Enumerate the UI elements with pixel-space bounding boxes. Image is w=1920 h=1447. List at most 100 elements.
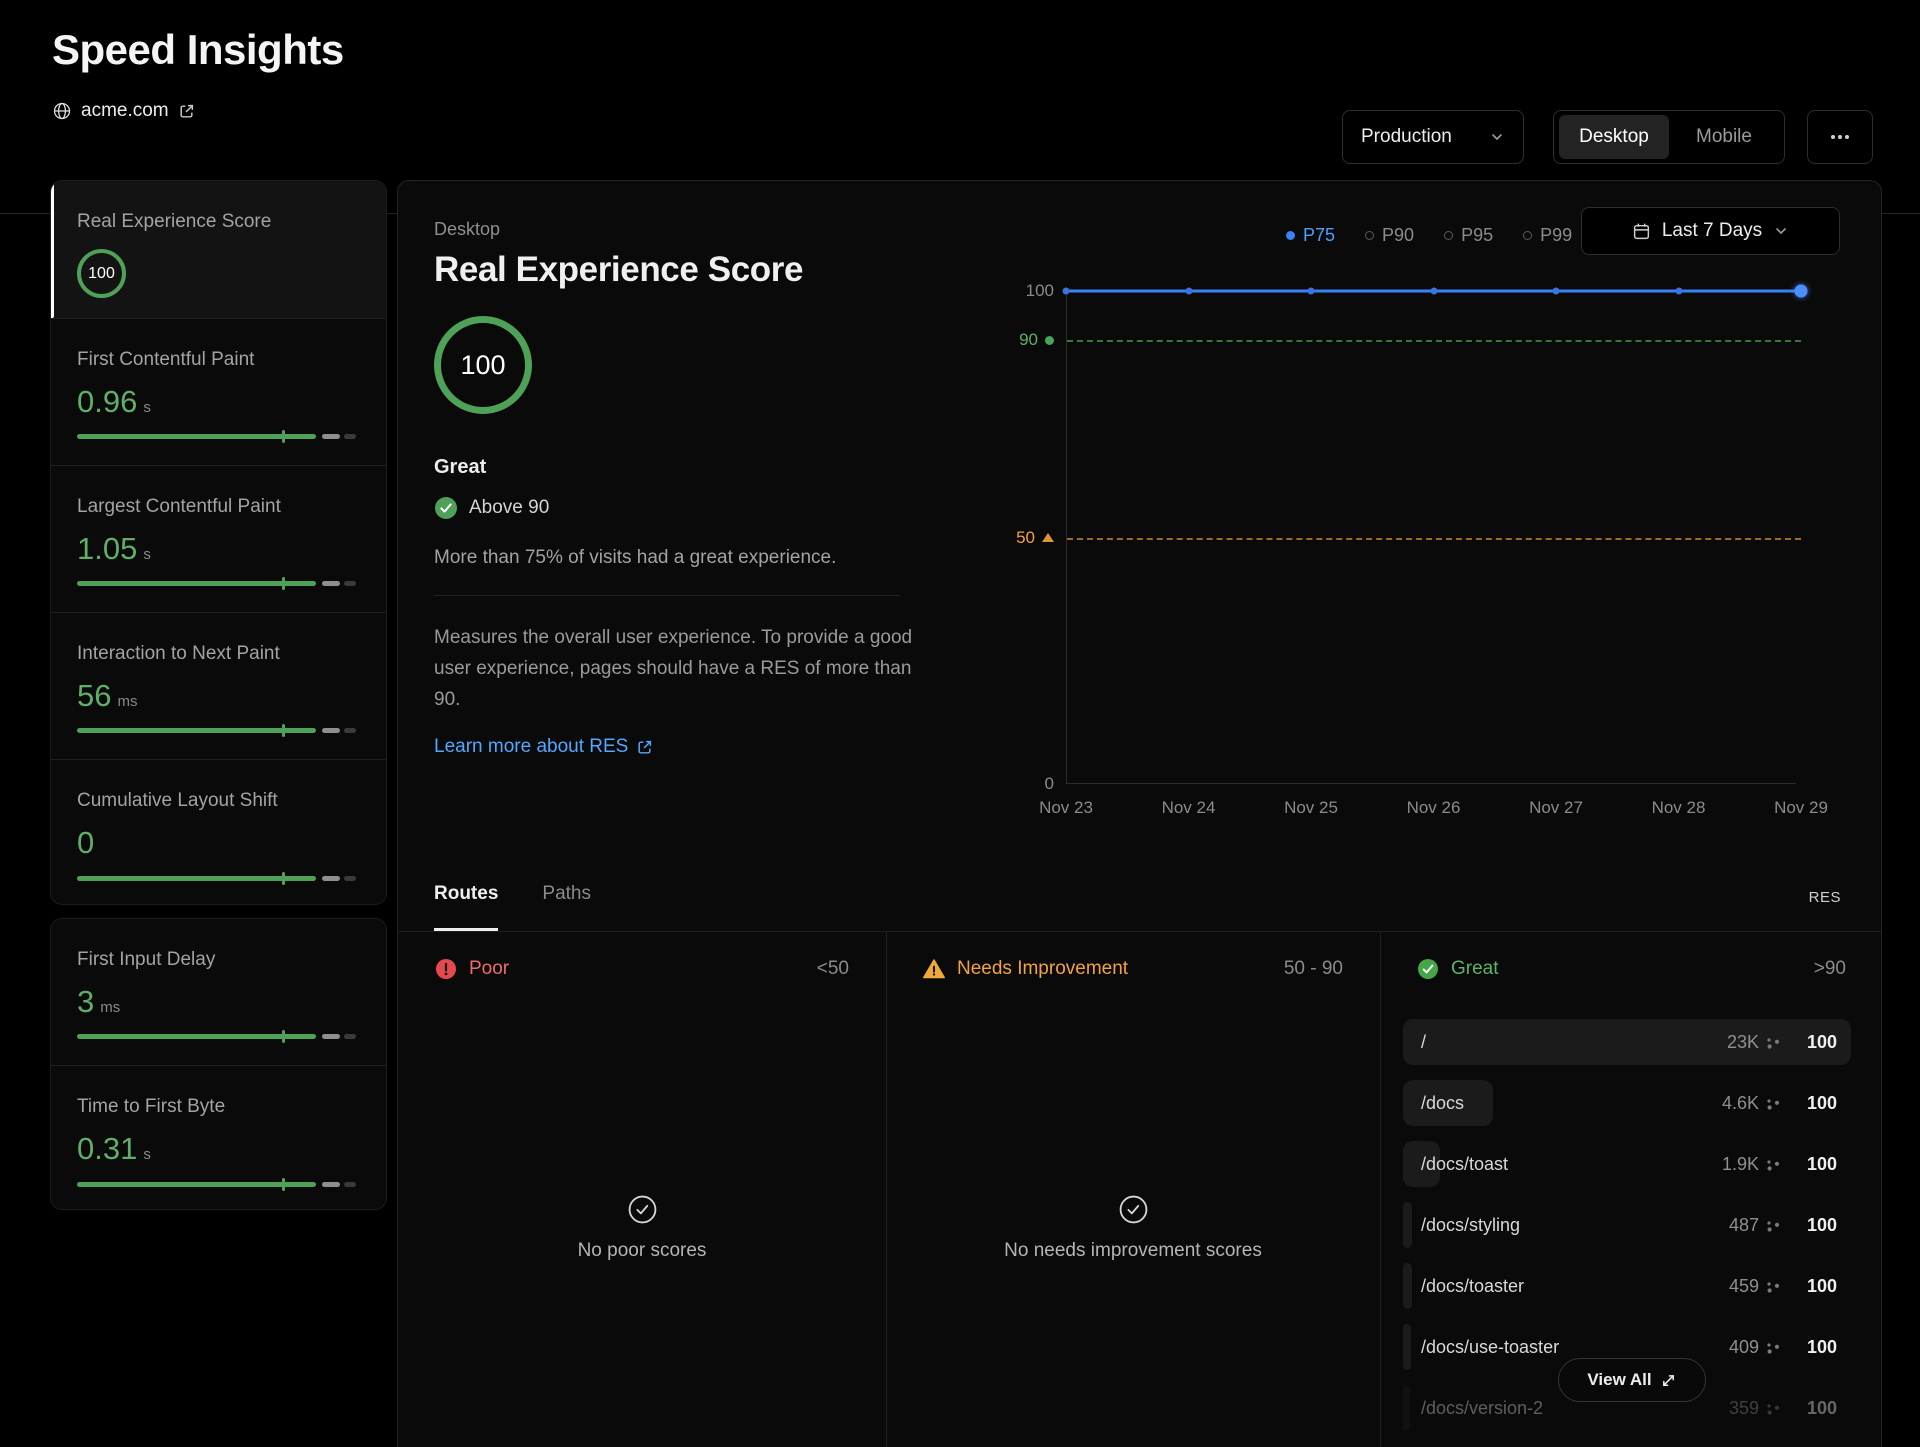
metric-value-row: 3 ms bbox=[77, 984, 360, 1020]
learn-more-label: Learn more about RES bbox=[434, 736, 628, 758]
score-buckets: Poor <50 No poor scores bbox=[398, 931, 1881, 1447]
check-circle-icon bbox=[434, 496, 458, 520]
route-row[interactable]: /docs/toast 1.9K 100 bbox=[1403, 1141, 1851, 1187]
metric-bar-segment-dark bbox=[344, 1182, 356, 1187]
metric-value-row: 0.96 s bbox=[77, 384, 360, 420]
tab-paths[interactable]: Paths bbox=[542, 883, 591, 931]
route-share-bar bbox=[1403, 1324, 1411, 1370]
threshold-line bbox=[1067, 340, 1801, 342]
metric-card-label: Real Experience Score bbox=[77, 211, 360, 233]
metric-card-label: First Input Delay bbox=[77, 949, 360, 971]
metric-value: 56 bbox=[77, 678, 111, 714]
x-axis-label: Nov 24 bbox=[1162, 798, 1216, 818]
data-point bbox=[1553, 288, 1560, 295]
route-row[interactable]: /docs 4.6K 100 bbox=[1403, 1080, 1851, 1126]
metric-column-label: RES bbox=[1809, 889, 1841, 906]
legend-dot-icon bbox=[1523, 231, 1532, 240]
metric-card[interactable]: Time to First Byte 0.31 s bbox=[51, 1066, 386, 1210]
samples-dots-icon bbox=[1766, 1403, 1781, 1416]
metric-bar-fill bbox=[77, 1182, 316, 1187]
date-range-select[interactable]: Last 7 Days bbox=[1581, 207, 1840, 255]
threshold-marker-icon bbox=[1042, 533, 1054, 542]
bucket-poor-header: Poor <50 bbox=[398, 957, 886, 981]
calendar-icon bbox=[1632, 222, 1651, 241]
route-count: 4.6K bbox=[1703, 1093, 1759, 1114]
route-score: 100 bbox=[1793, 1398, 1837, 1419]
metric-card[interactable]: First Contentful Paint 0.96 s bbox=[51, 319, 386, 466]
metric-card[interactable]: Real Experience Score 100 bbox=[51, 181, 386, 319]
device-option-desktop[interactable]: Desktop bbox=[1559, 115, 1669, 159]
route-count: 487 bbox=[1703, 1215, 1759, 1236]
res-line-chart: 10090500Nov 23Nov 24Nov 25Nov 26Nov 27No… bbox=[1066, 291, 1801, 784]
route-row[interactable]: /docs/styling 487 100 bbox=[1403, 1202, 1851, 1248]
needs-improvement-empty-state: No needs improvement scores bbox=[886, 1194, 1380, 1262]
alert-circle-icon bbox=[434, 957, 458, 981]
data-point bbox=[1430, 288, 1437, 295]
metric-bar bbox=[77, 876, 362, 881]
metric-value: 1.05 bbox=[77, 531, 137, 567]
more-menu-button[interactable] bbox=[1807, 110, 1873, 164]
metric-bar-marker bbox=[282, 1178, 285, 1191]
device-toggle: Desktop Mobile bbox=[1553, 110, 1785, 164]
percentile-legend: P75 P90 P95 P99 bbox=[1286, 225, 1572, 246]
chevron-down-icon bbox=[1489, 129, 1505, 145]
metric-card[interactable]: Interaction to Next Paint 56 ms bbox=[51, 613, 386, 760]
route-row[interactable]: /docs/toaster 459 100 bbox=[1403, 1263, 1851, 1309]
data-point bbox=[1675, 288, 1682, 295]
legend-item[interactable]: P90 bbox=[1365, 225, 1414, 246]
samples-dots-icon bbox=[1766, 1220, 1781, 1233]
bucket-needs-improvement-header: Needs Improvement 50 - 90 bbox=[886, 957, 1380, 981]
bucket-great-range: >90 bbox=[1814, 958, 1846, 980]
metric-card-label: Cumulative Layout Shift bbox=[77, 790, 360, 812]
metric-bar-marker bbox=[282, 1030, 285, 1043]
device-option-mobile[interactable]: Mobile bbox=[1669, 115, 1779, 159]
environment-select[interactable]: Production bbox=[1342, 110, 1524, 164]
external-link-icon bbox=[636, 739, 653, 756]
legend-label: P95 bbox=[1461, 225, 1493, 246]
tab-routes[interactable]: Routes bbox=[434, 883, 498, 931]
ellipsis-icon bbox=[1830, 134, 1850, 140]
legend-dot-icon bbox=[1444, 231, 1453, 240]
view-all-label: View All bbox=[1587, 1370, 1651, 1390]
bucket-great-label: Great bbox=[1451, 958, 1499, 980]
metric-bar-segment-dark bbox=[344, 434, 356, 439]
metric-bar-fill bbox=[77, 434, 316, 439]
metric-bar bbox=[77, 434, 362, 439]
legend-item[interactable]: P95 bbox=[1444, 225, 1493, 246]
metric-card[interactable]: First Input Delay 3 ms bbox=[51, 919, 386, 1066]
score-value: 100 bbox=[460, 350, 505, 381]
metric-bar-marker bbox=[282, 872, 285, 885]
route-count: 23K bbox=[1703, 1032, 1759, 1053]
samples-dots-icon bbox=[1766, 1342, 1781, 1355]
metric-card[interactable]: Largest Contentful Paint 1.05 s bbox=[51, 466, 386, 613]
metric-unit: s bbox=[143, 1146, 151, 1163]
device-label: Desktop bbox=[434, 219, 939, 240]
learn-more-link[interactable]: Learn more about RES bbox=[434, 736, 653, 758]
main-panel: Desktop Real Experience Score 100 Great … bbox=[397, 180, 1882, 1447]
bucket-poor: Poor <50 No poor scores bbox=[398, 931, 886, 1447]
metric-title: Real Experience Score bbox=[434, 250, 939, 290]
view-all-button[interactable]: View All bbox=[1558, 1358, 1706, 1402]
x-axis-label: Nov 23 bbox=[1039, 798, 1093, 818]
description-text: Measures the overall user experience. To… bbox=[434, 622, 924, 715]
data-point bbox=[1308, 288, 1315, 295]
metric-card[interactable]: Cumulative Layout Shift 0 bbox=[51, 760, 386, 905]
legend-item[interactable]: P99 bbox=[1523, 225, 1572, 246]
samples-dots-icon bbox=[1766, 1037, 1781, 1050]
metric-value: 0.31 bbox=[77, 1131, 137, 1167]
y-axis-tick: 0 bbox=[1045, 774, 1054, 794]
route-score: 100 bbox=[1793, 1337, 1837, 1358]
route-score: 100 bbox=[1793, 1032, 1837, 1053]
speed-insights-page: Speed Insights acme.com Production Deskt… bbox=[0, 0, 1920, 1447]
metric-value: 0 bbox=[77, 825, 94, 861]
score-ring: 100 bbox=[77, 249, 126, 298]
route-count: 409 bbox=[1703, 1337, 1759, 1358]
metric-bar-segment-light bbox=[322, 434, 340, 439]
x-axis-label: Nov 29 bbox=[1774, 798, 1828, 818]
route-share-bar bbox=[1403, 1202, 1412, 1248]
route-row[interactable]: / 23K 100 bbox=[1403, 1019, 1851, 1065]
metric-bar-marker bbox=[282, 430, 285, 443]
rating-label: Great bbox=[434, 456, 939, 479]
y-axis-tick: 50 bbox=[1016, 528, 1054, 548]
legend-item[interactable]: P75 bbox=[1286, 225, 1335, 246]
